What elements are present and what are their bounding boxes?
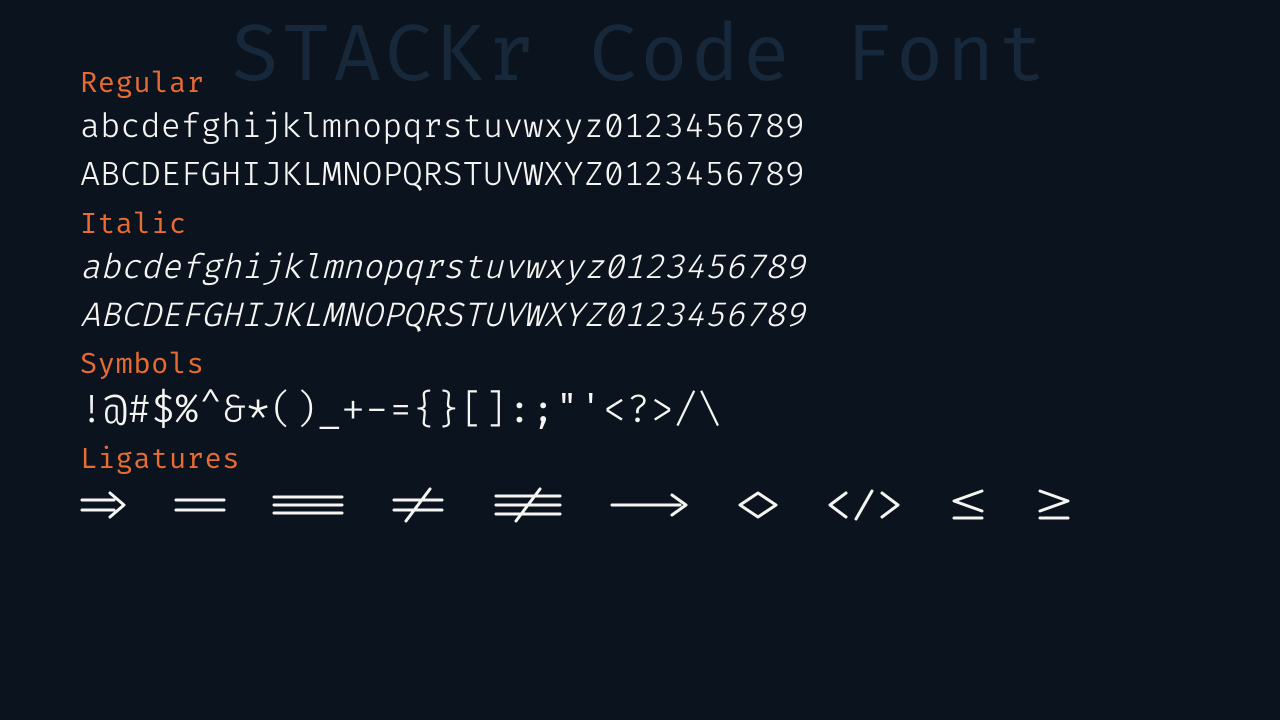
self-closing-tag-icon	[826, 487, 902, 523]
section-label-symbols: Symbols	[80, 347, 1200, 382]
triple-equals-icon	[272, 489, 344, 521]
less-than-or-equal-icon	[948, 487, 988, 523]
long-arrow-right-icon	[610, 489, 690, 521]
italic-uppercase: ABCDEFGHIJKLMNOPQRSTUVWXYZ0123456789	[80, 294, 1200, 342]
greater-than-or-equal-icon	[1034, 487, 1074, 523]
diamond-icon	[736, 489, 780, 521]
regular-uppercase: ABCDEFGHIJKLMNOPQRSTUVWXYZ0123456789	[80, 153, 1200, 201]
font-specimen: Regular abcdefghijklmnopqrstuvwxyz012345…	[80, 66, 1200, 523]
italic-lowercase: abcdefghijklmnopqrstuvwxyz0123456789	[80, 246, 1200, 294]
not-triple-equals-icon	[492, 487, 564, 523]
regular-lowercase: abcdefghijklmnopqrstuvwxyz0123456789	[80, 105, 1200, 153]
section-label-regular: Regular	[80, 66, 1200, 101]
ligatures-row	[80, 487, 1200, 523]
double-equals-icon	[174, 489, 226, 521]
section-label-ligatures: Ligatures	[80, 442, 1200, 477]
fat-arrow-right-icon	[80, 489, 128, 521]
section-label-italic: Italic	[80, 207, 1200, 242]
not-equals-icon	[390, 487, 446, 523]
symbols-line: !@#$%^&*()_+-={}[]:;"'<?>/\	[80, 386, 1200, 435]
